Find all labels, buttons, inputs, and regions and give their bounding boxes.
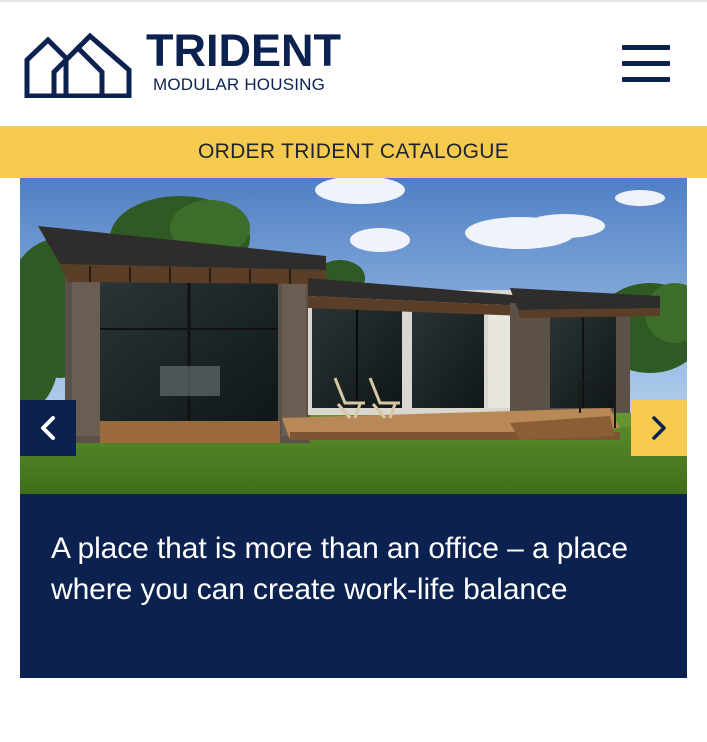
chevron-left-icon xyxy=(41,416,55,440)
menu-bar xyxy=(622,77,670,82)
hero-image xyxy=(20,178,687,494)
brand-logo[interactable]: TRIDENT MODULAR HOUSING xyxy=(24,25,354,102)
hero-caption: A place that is more than an office – a … xyxy=(20,494,687,678)
hamburger-menu-icon[interactable] xyxy=(614,42,674,86)
brand-name: TRIDENT xyxy=(146,25,341,76)
menu-bar xyxy=(622,61,670,66)
order-catalogue-banner[interactable]: ORDER TRIDENT CATALOGUE xyxy=(0,126,707,178)
brand-tagline: MODULAR HOUSING xyxy=(153,75,326,94)
chevron-right-icon xyxy=(652,416,666,440)
site-header: TRIDENT MODULAR HOUSING xyxy=(0,2,707,126)
slider-prev-button[interactable] xyxy=(20,400,76,456)
hero-caption-text: A place that is more than an office – a … xyxy=(51,532,628,606)
order-catalogue-label: ORDER TRIDENT CATALOGUE xyxy=(197,140,510,163)
slider-next-button[interactable] xyxy=(631,400,687,456)
house-outline-icon xyxy=(24,32,132,98)
menu-bar xyxy=(622,45,670,50)
